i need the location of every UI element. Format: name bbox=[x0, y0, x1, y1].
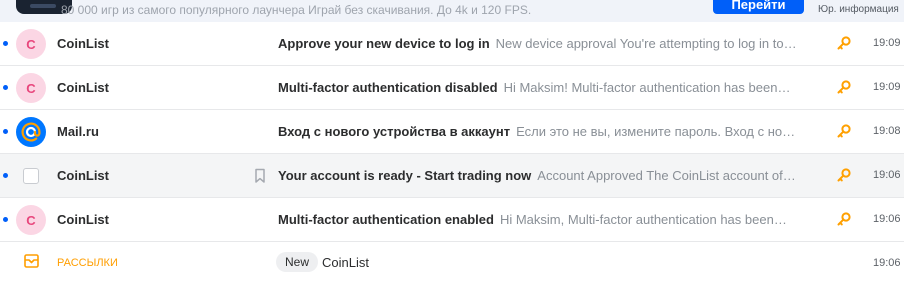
at-sign-icon bbox=[21, 122, 41, 142]
key-icon[interactable] bbox=[836, 35, 852, 51]
email-list: C CoinList Approve your new device to lo… bbox=[0, 22, 904, 282]
email-subject: Your account is ready - Start trading no… bbox=[278, 168, 532, 183]
email-sender: CoinList bbox=[57, 212, 109, 227]
email-subject: Multi-factor authentication enabled bbox=[278, 212, 494, 227]
folder-time: 19:06 bbox=[873, 257, 901, 269]
email-snippet: Hi Maksim, Multi-factor authentication h… bbox=[500, 212, 787, 227]
email-row[interactable]: CoinList Your account is ready - Start t… bbox=[0, 154, 904, 198]
unread-indicator[interactable] bbox=[3, 85, 8, 90]
avatar[interactable]: C bbox=[16, 29, 46, 59]
email-time: 19:06 bbox=[873, 213, 901, 225]
avatar-letter: C bbox=[26, 80, 36, 96]
email-subject-line: Вход с нового устройства в аккаунт Если э… bbox=[278, 124, 826, 139]
ad-legal-info-link[interactable]: Юр. информация bbox=[818, 4, 899, 15]
email-row[interactable]: C CoinList Approve your new device to lo… bbox=[0, 22, 904, 66]
unread-indicator[interactable] bbox=[3, 129, 8, 134]
ad-go-button[interactable]: Перейти bbox=[713, 0, 804, 14]
avatar-letter: C bbox=[26, 36, 36, 52]
key-icon[interactable] bbox=[836, 79, 852, 95]
email-row[interactable]: C CoinList Multi-factor authentication d… bbox=[0, 66, 904, 110]
bookmark-icon[interactable] bbox=[254, 168, 266, 184]
email-time: 19:08 bbox=[873, 125, 901, 137]
key-icon[interactable] bbox=[836, 167, 852, 183]
new-badge: New bbox=[276, 252, 319, 272]
email-row[interactable]: Mail.ru Вход с нового устройства в аккау… bbox=[0, 110, 904, 154]
email-time: 19:09 bbox=[873, 37, 901, 49]
email-sender: CoinList bbox=[57, 36, 109, 51]
email-subject: Approve your new device to log in bbox=[278, 36, 490, 51]
avatar[interactable] bbox=[16, 117, 46, 147]
avatar[interactable]: C bbox=[16, 205, 46, 235]
unread-indicator[interactable] bbox=[3, 217, 8, 222]
email-snippet: Hi Maksim! Multi-factor authentication h… bbox=[504, 80, 791, 95]
email-subject-line: Your account is ready - Start trading no… bbox=[278, 168, 826, 183]
email-subject-line: Approve your new device to log in New dev… bbox=[278, 36, 826, 51]
unread-indicator[interactable] bbox=[3, 41, 8, 46]
email-sender: CoinList bbox=[57, 80, 109, 95]
email-time: 19:06 bbox=[873, 169, 901, 181]
folder-senders: CoinList bbox=[322, 255, 369, 270]
email-subject-line: Multi-factor authentication enabled Hi Ma… bbox=[278, 212, 826, 227]
email-snippet: Если это не вы, измените пароль. Вход с … bbox=[516, 124, 795, 139]
avatar[interactable]: C bbox=[16, 73, 46, 103]
key-icon[interactable] bbox=[836, 211, 852, 227]
unread-indicator[interactable] bbox=[3, 173, 8, 178]
email-sender: CoinList bbox=[57, 168, 109, 183]
ad-banner[interactable]: 80 000 игр из самого популярного лаунчер… bbox=[0, 0, 904, 22]
email-subject: Вход с нового устройства в аккаунт bbox=[278, 124, 511, 139]
email-snippet: New device approval You're attempting to… bbox=[496, 36, 797, 51]
key-icon[interactable] bbox=[836, 123, 852, 139]
email-time: 19:09 bbox=[873, 81, 901, 93]
newsletter-icon bbox=[24, 254, 39, 268]
email-row[interactable]: C CoinList Multi-factor authentication e… bbox=[0, 198, 904, 242]
avatar-letter: C bbox=[26, 212, 36, 228]
email-sender: Mail.ru bbox=[57, 124, 99, 139]
email-snippet: Account Approved The CoinList account of bbox=[537, 168, 795, 183]
newsletters-folder-row[interactable]: Рассылки New CoinList 19:06 bbox=[0, 242, 904, 282]
email-subject: Multi-factor authentication disabled bbox=[278, 80, 498, 95]
select-checkbox[interactable] bbox=[23, 168, 39, 184]
email-subject-line: Multi-factor authentication disabled Hi M… bbox=[278, 80, 826, 95]
ad-text[interactable]: 80 000 игр из самого популярного лаунчер… bbox=[61, 3, 531, 17]
folder-label: Рассылки bbox=[57, 257, 118, 269]
